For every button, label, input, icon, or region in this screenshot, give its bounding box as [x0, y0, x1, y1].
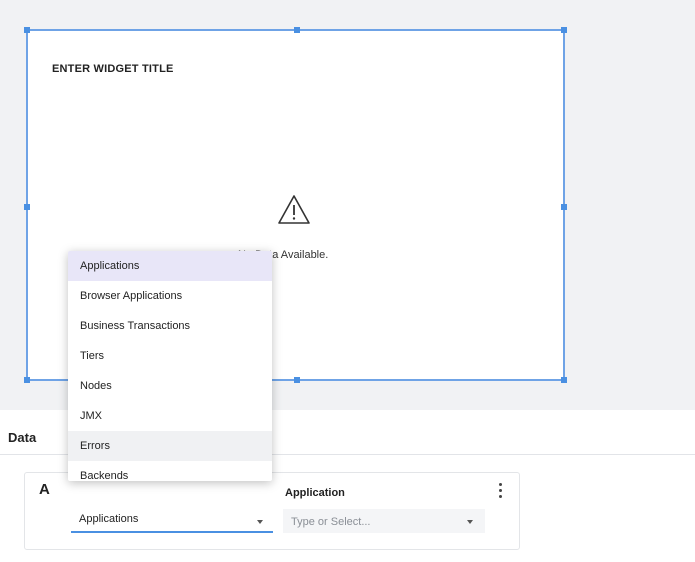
chevron-down-icon[interactable]: [467, 520, 473, 524]
dropdown-option[interactable]: Nodes: [68, 371, 272, 401]
dropdown-option[interactable]: Errors: [68, 431, 272, 461]
data-source-select[interactable]: Applications: [71, 509, 273, 533]
resize-handle-top-right[interactable]: [561, 27, 567, 33]
resize-handle-left[interactable]: [24, 204, 30, 210]
dropdown-option[interactable]: Backends: [68, 461, 272, 481]
resize-handle-bottom-left[interactable]: [24, 377, 30, 383]
resize-handle-top-left[interactable]: [24, 27, 30, 33]
resize-handle-top[interactable]: [294, 27, 300, 33]
dropdown-option[interactable]: Browser Applications: [68, 281, 272, 311]
vertical-ellipsis-icon[interactable]: [495, 481, 507, 501]
dropdown-option[interactable]: JMX: [68, 401, 272, 431]
dropdown-option[interactable]: Business Transactions: [68, 311, 272, 341]
resize-handle-bottom-right[interactable]: [561, 377, 567, 383]
widget-title[interactable]: ENTER WIDGET TITLE: [52, 63, 174, 75]
data-source-value: Applications: [79, 513, 139, 525]
data-section-heading: Data: [8, 430, 37, 445]
query-card: A Applications Application: [24, 472, 520, 550]
query-letter-label: A: [39, 481, 50, 498]
warning-triangle-icon: [278, 195, 310, 224]
application-input[interactable]: [289, 511, 463, 533]
dropdown-option[interactable]: Tiers: [68, 341, 272, 371]
data-source-dropdown-menu: Applications Browser Applications Business…: [68, 251, 272, 481]
application-select[interactable]: [283, 509, 485, 533]
chevron-down-icon: [257, 520, 263, 524]
resize-handle-bottom[interactable]: [294, 377, 300, 383]
resize-handle-right[interactable]: [561, 204, 567, 210]
application-field-label: Application: [285, 487, 345, 499]
dropdown-option[interactable]: Applications: [68, 251, 272, 281]
